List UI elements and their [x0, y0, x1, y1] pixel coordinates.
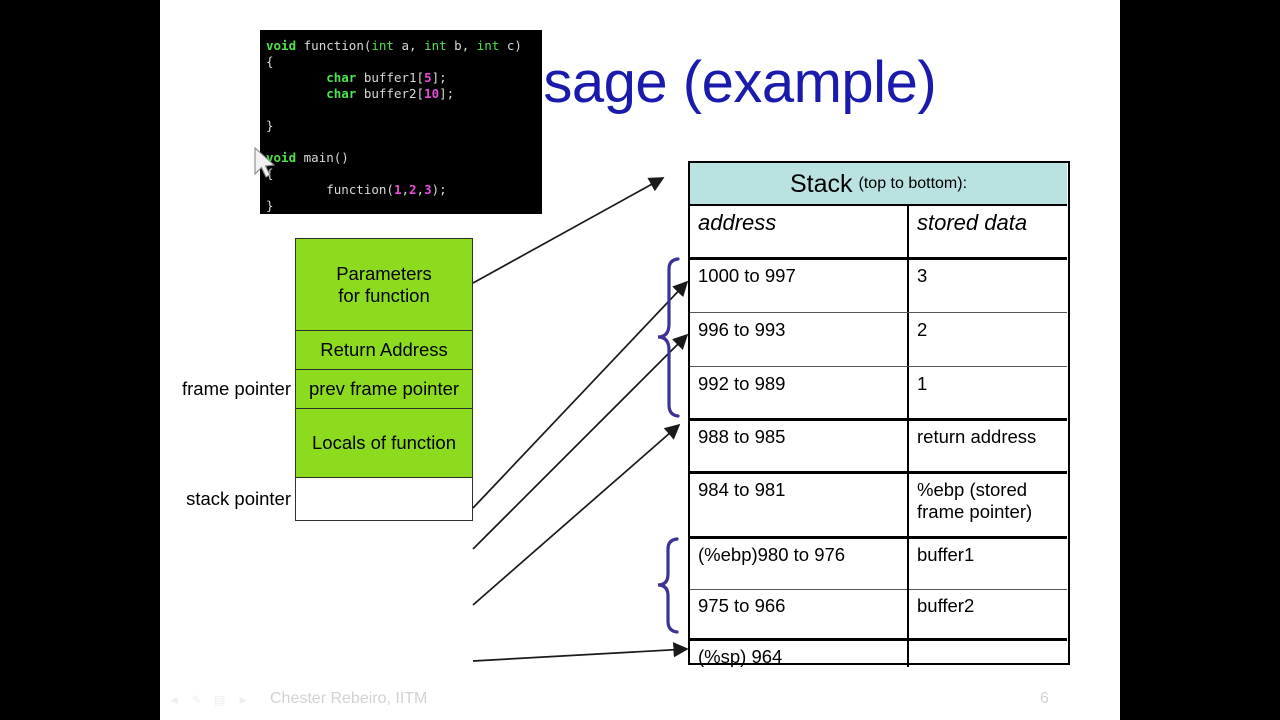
column-header-stored-data: stored data [917, 210, 1028, 235]
label-stack-pointer: stack pointer [186, 488, 291, 509]
code-token: function( [303, 38, 372, 53]
cell-address: 996 to 993 [698, 319, 786, 340]
cell-address: 992 to 989 [698, 373, 786, 394]
table-row: (%ebp)980 to 976 buffer1 [690, 538, 1067, 590]
code-token: int [476, 38, 500, 53]
cell-stored-data: buffer2 [917, 595, 975, 616]
cell-stored-data: 3 [917, 265, 928, 286]
table-row: 984 to 981 %ebp (stored frame pointer) [690, 473, 1067, 539]
code-token: int [371, 38, 394, 53]
label-frame-pointer: frame pointer [182, 378, 291, 399]
code-token: b, [446, 38, 477, 53]
cell-address: 988 to 985 [698, 426, 786, 447]
cell-stored-data: buffer1 [917, 544, 975, 565]
code-token: void [266, 38, 304, 53]
connector-return-address [472, 280, 689, 509]
stack-table: Stack (top to bottom): address stored da… [688, 161, 1070, 667]
code-token: main() [303, 150, 349, 165]
table-header-note: (top to bottom): [858, 174, 968, 192]
footer-page-number: 6 [1040, 690, 1049, 707]
table-column-headers: address stored data [690, 206, 1067, 260]
frame-box-locals: Locals of function [295, 408, 473, 478]
slide-footer: ◄ ✎ ▤ ► Chester Rebeiro, IITM 6 [160, 688, 1120, 720]
next-arrow-icon[interactable]: ► [237, 694, 249, 706]
code-token: void [266, 150, 304, 165]
code-token: , [416, 182, 425, 197]
pen-icon[interactable]: ✎ [192, 694, 202, 706]
code-token: c) [499, 38, 522, 53]
frame-box-label: prev frame pointer [308, 378, 460, 399]
table-header: Stack (top to bottom): [690, 163, 1067, 206]
column-header-address: address [698, 210, 777, 235]
brace-buffers [657, 537, 679, 634]
cell-address: (%ebp)980 to 976 [698, 544, 846, 565]
code-token: ); [431, 182, 447, 197]
frame-box-free-space [295, 477, 473, 521]
code-token: a, [393, 38, 425, 53]
table-row: (%sp) 964 [690, 640, 1067, 667]
brace-arguments [657, 257, 680, 418]
code-token: { [266, 166, 274, 181]
table-row: 996 to 993 2 [690, 313, 1067, 367]
frame-box-return-address: Return Address [295, 330, 473, 370]
footer-author: Chester Rebeiro, IITM [270, 690, 428, 707]
code-token: char [326, 86, 357, 101]
slide-canvas: Stack Usage (example) void function(int … [160, 0, 1120, 720]
code-token: ]; [439, 86, 455, 101]
stack-frame-diagram: Parameters for function Return Address pr… [182, 238, 473, 521]
frame-box-params: Parameters for function [295, 238, 473, 331]
cell-stored-data: 2 [917, 319, 928, 340]
code-token: char [326, 70, 357, 85]
code-token: } [266, 118, 274, 133]
cell-address: 1000 to 997 [698, 265, 796, 286]
code-token: 5 [424, 70, 432, 85]
code-token: { [266, 54, 274, 69]
connector-stack-pointer [472, 642, 689, 662]
code-token: 3 [424, 182, 432, 197]
cell-stored-data: return address [917, 426, 1037, 447]
cell-address: (%sp) 964 [698, 646, 783, 667]
code-token: int [424, 38, 447, 53]
connector-prev-frame-pointer [472, 333, 689, 550]
cell-address: 975 to 966 [698, 595, 786, 616]
table-row: 988 to 985 return address [690, 420, 1067, 474]
frame-box-label: Parameters for function [336, 262, 432, 306]
connector-locals [472, 423, 681, 606]
table-header-title: Stack [789, 169, 853, 198]
code-token: , [401, 182, 409, 197]
code-token: 2 [409, 182, 417, 197]
code-token: buffer1[ [356, 70, 425, 85]
frame-box-label: Locals of function [312, 432, 456, 453]
frame-box-label: Return Address [320, 339, 448, 360]
code-token: buffer2[ [356, 86, 425, 101]
cell-address: 984 to 981 [698, 479, 786, 500]
frame-box-prev-frame-pointer: prev frame pointer [295, 369, 473, 409]
code-block: void function(int a, int b, int c) { cha… [260, 30, 542, 214]
table-row: 992 to 989 1 [690, 367, 1067, 421]
table-row: 975 to 966 buffer2 [690, 589, 1067, 641]
prev-arrow-icon[interactable]: ◄ [168, 694, 180, 706]
cell-stored-data: %ebp (stored frame pointer) [917, 479, 1033, 522]
cell-stored-data: 1 [917, 373, 928, 394]
slides-icon[interactable]: ▤ [214, 694, 225, 706]
code-token: ]; [431, 70, 447, 85]
table-row: 1000 to 997 3 [690, 259, 1067, 313]
footer-nav-controls[interactable]: ◄ ✎ ▤ ► [168, 694, 249, 706]
code-token: 10 [424, 86, 440, 101]
code-token: } [266, 198, 274, 213]
code-token: function( [266, 182, 394, 197]
